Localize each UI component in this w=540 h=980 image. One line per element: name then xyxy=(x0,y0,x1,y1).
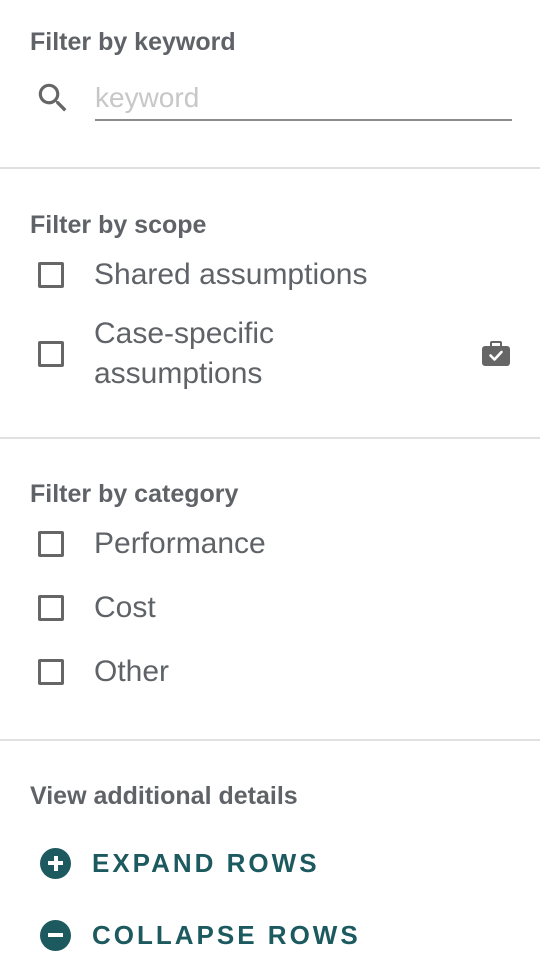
collapse-rows-button[interactable]: COLLAPSE ROWS xyxy=(0,913,540,957)
category-option-label: Other xyxy=(94,655,170,688)
other-checkbox[interactable] xyxy=(38,659,64,685)
shared-assumptions-checkbox[interactable] xyxy=(38,262,64,288)
case-specific-assumptions-checkbox[interactable] xyxy=(38,341,64,367)
category-option-label: Cost xyxy=(94,591,156,624)
plus-circle-icon xyxy=(40,847,71,879)
expand-rows-label: EXPAND ROWS xyxy=(92,847,320,878)
collapse-rows-label: COLLAPSE ROWS xyxy=(92,919,361,950)
performance-checkbox[interactable] xyxy=(38,531,64,557)
keyword-filter-section: Filter by keyword xyxy=(0,0,540,167)
scope-filter-title: Filter by scope xyxy=(30,211,207,239)
scope-option-label: Shared assumptions xyxy=(94,258,368,291)
category-filter-section: Filter by category Performance Cost Othe… xyxy=(0,439,540,739)
search-icon xyxy=(38,83,67,112)
category-option-label: Performance xyxy=(94,527,266,560)
keyword-filter-title: Filter by keyword xyxy=(30,28,236,56)
keyword-search-row xyxy=(0,69,540,129)
briefcase-check-icon xyxy=(482,341,510,366)
category-option-performance[interactable]: Performance xyxy=(0,522,540,566)
category-filter-title: Filter by category xyxy=(30,480,239,508)
category-option-other[interactable]: Other xyxy=(0,650,540,694)
details-title: View additional details xyxy=(30,782,298,810)
scope-filter-section: Filter by scope Shared assumptions Case-… xyxy=(0,169,540,437)
scope-option-shared[interactable]: Shared assumptions xyxy=(0,253,540,297)
scope-option-label: Case-specific assumptions xyxy=(94,317,275,390)
expand-rows-button[interactable]: EXPAND ROWS xyxy=(0,841,540,885)
keyword-input[interactable] xyxy=(95,77,512,121)
filter-panel: Filter by keyword Filter by scope Shared… xyxy=(0,0,540,980)
cost-checkbox[interactable] xyxy=(38,595,64,621)
minus-circle-icon xyxy=(40,919,71,951)
scope-option-case-specific[interactable]: Case-specific assumptions xyxy=(0,313,540,395)
details-section: View additional details EXPAND ROWS COLL… xyxy=(0,741,540,957)
category-option-cost[interactable]: Cost xyxy=(0,586,540,630)
